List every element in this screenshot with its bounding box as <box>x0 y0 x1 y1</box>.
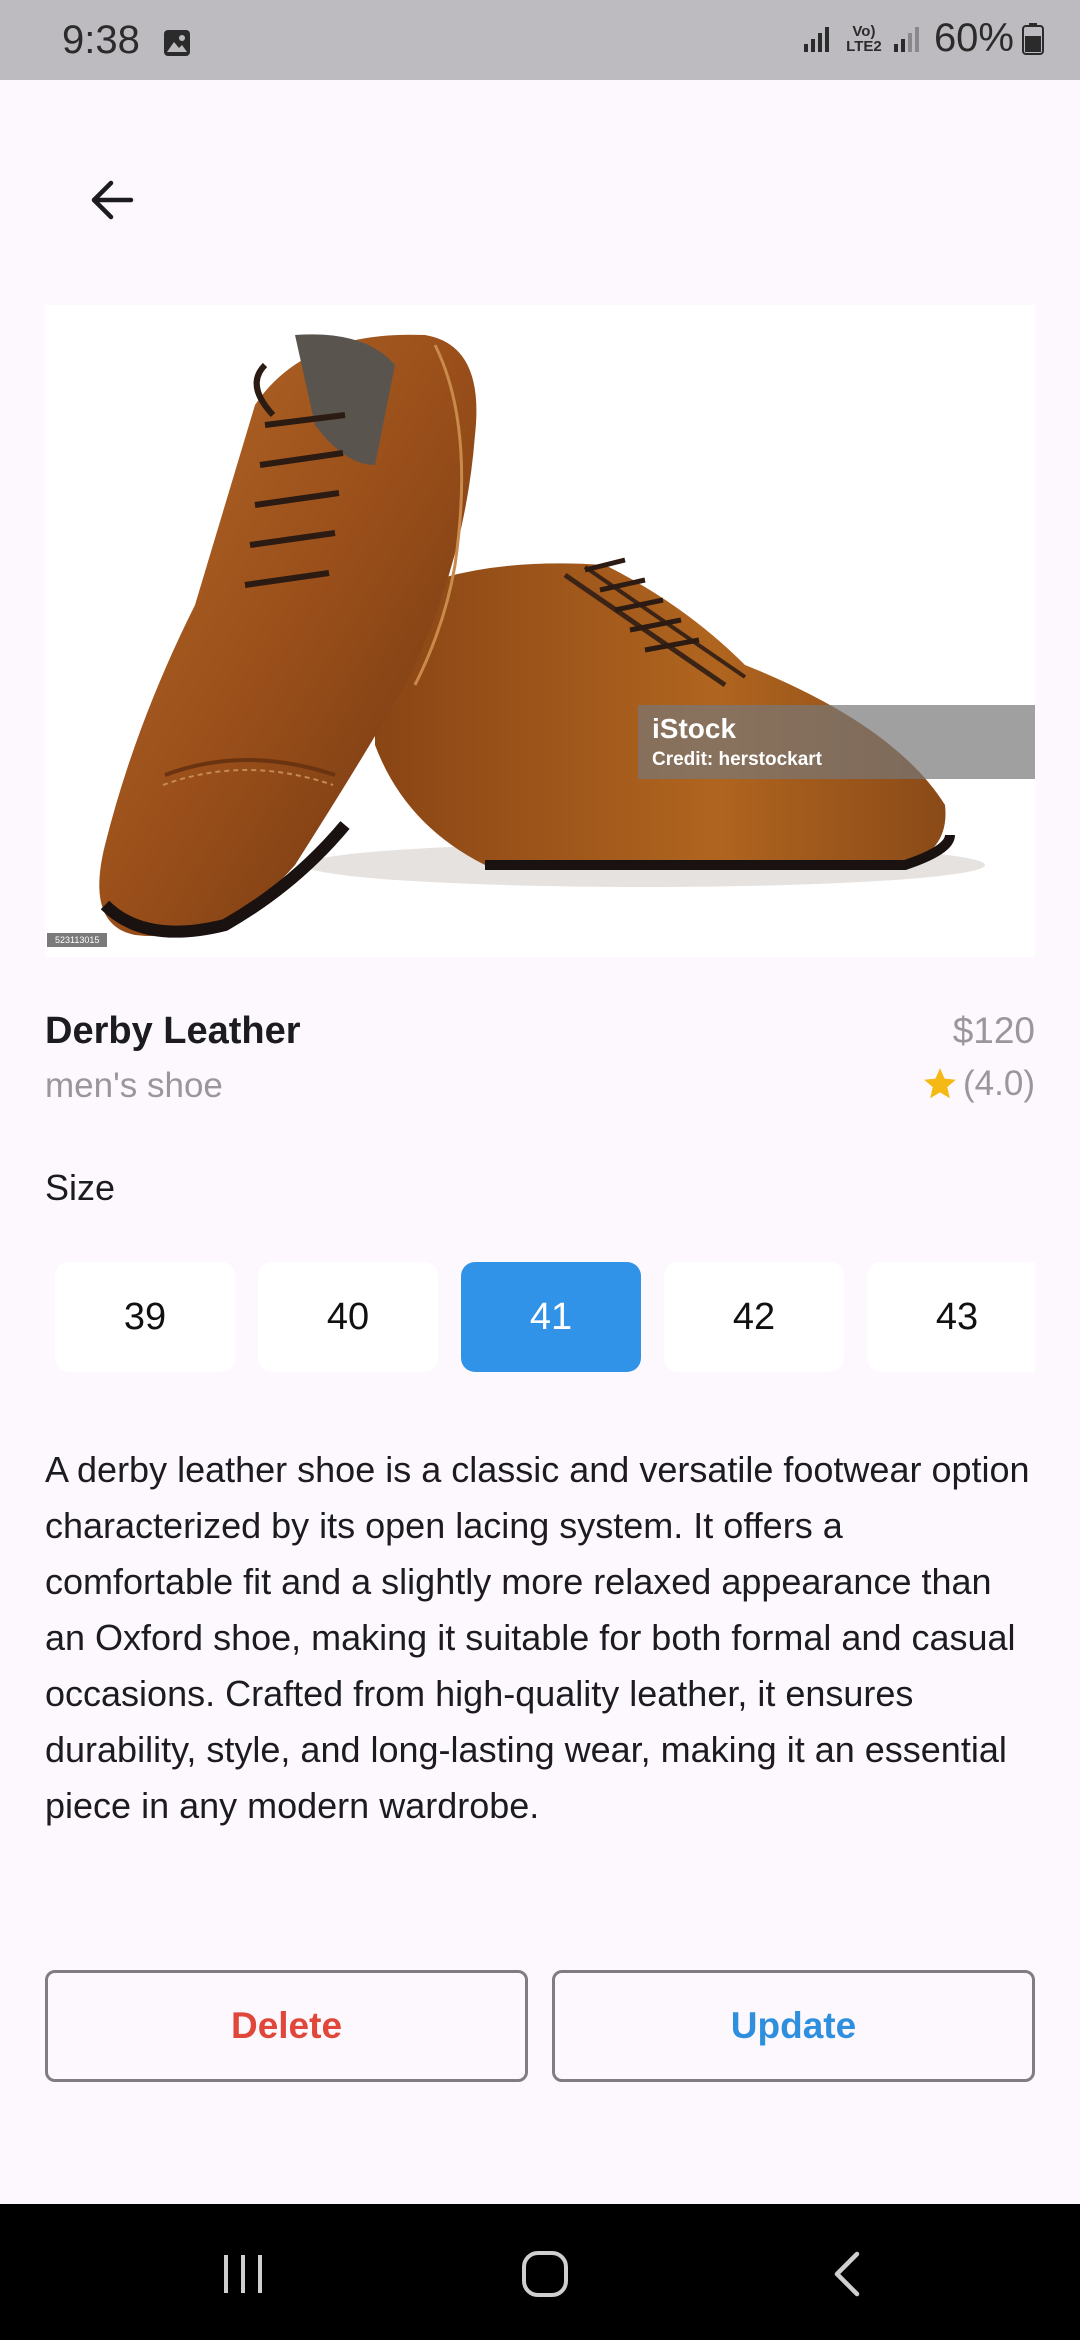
signal-icon <box>893 26 919 52</box>
shoe-illustration <box>99 334 985 938</box>
size-selector: 39 40 41 42 43 <box>55 1262 1035 1372</box>
product-description: A derby leather shoe is a classic and ve… <box>45 1449 1030 1826</box>
home-icon <box>522 2251 568 2297</box>
product-rating: (4.0) <box>921 1064 1035 1104</box>
size-label: Size <box>45 1167 116 1208</box>
battery-percent: 60% <box>933 16 1014 60</box>
volte-label: Vo) LTE2 <box>846 22 882 55</box>
system-nav-bar <box>0 2204 1080 2340</box>
status-icons: Vo) LTE2 60% <box>802 16 1044 61</box>
watermark-band: iStock Credit: herstockart <box>638 705 1035 779</box>
system-back-button[interactable] <box>812 2244 882 2304</box>
watermark-credit: Credit: herstockart <box>652 749 822 770</box>
back-icon <box>834 2251 860 2297</box>
size-option-43[interactable]: 43 <box>867 1262 1035 1372</box>
size-option-39[interactable]: 39 <box>55 1262 235 1372</box>
product-price: $120 <box>952 1010 1035 1051</box>
size-option-41[interactable]: 41 <box>461 1262 641 1372</box>
recents-button[interactable] <box>208 2244 278 2304</box>
size-option-40[interactable]: 40 <box>258 1262 438 1372</box>
delete-button[interactable]: Delete <box>45 1970 528 2082</box>
signal-icon <box>803 26 829 52</box>
recents-icon <box>224 2255 262 2293</box>
product-category: men's shoe <box>45 1066 223 1105</box>
rating-text: (4.0) <box>963 1064 1035 1103</box>
status-time: 9:38 <box>62 18 140 62</box>
product-name: Derby Leather <box>45 1010 301 1052</box>
size-option-42[interactable]: 42 <box>664 1262 844 1372</box>
image-icon <box>164 30 190 56</box>
star-icon <box>924 1068 956 1099</box>
watermark-logo: iStock <box>652 713 737 744</box>
product-image: iStock Credit: herstockart 523113015 <box>45 305 1035 957</box>
battery-icon <box>1022 22 1044 55</box>
update-button[interactable]: Update <box>552 1970 1035 2082</box>
home-button[interactable] <box>510 2244 580 2304</box>
arrow-left-icon <box>91 180 134 220</box>
status-bar: 9:38 Vo) LTE2 60% <box>0 0 1080 80</box>
back-button[interactable] <box>72 160 152 240</box>
stock-id: 523113015 <box>47 933 108 947</box>
